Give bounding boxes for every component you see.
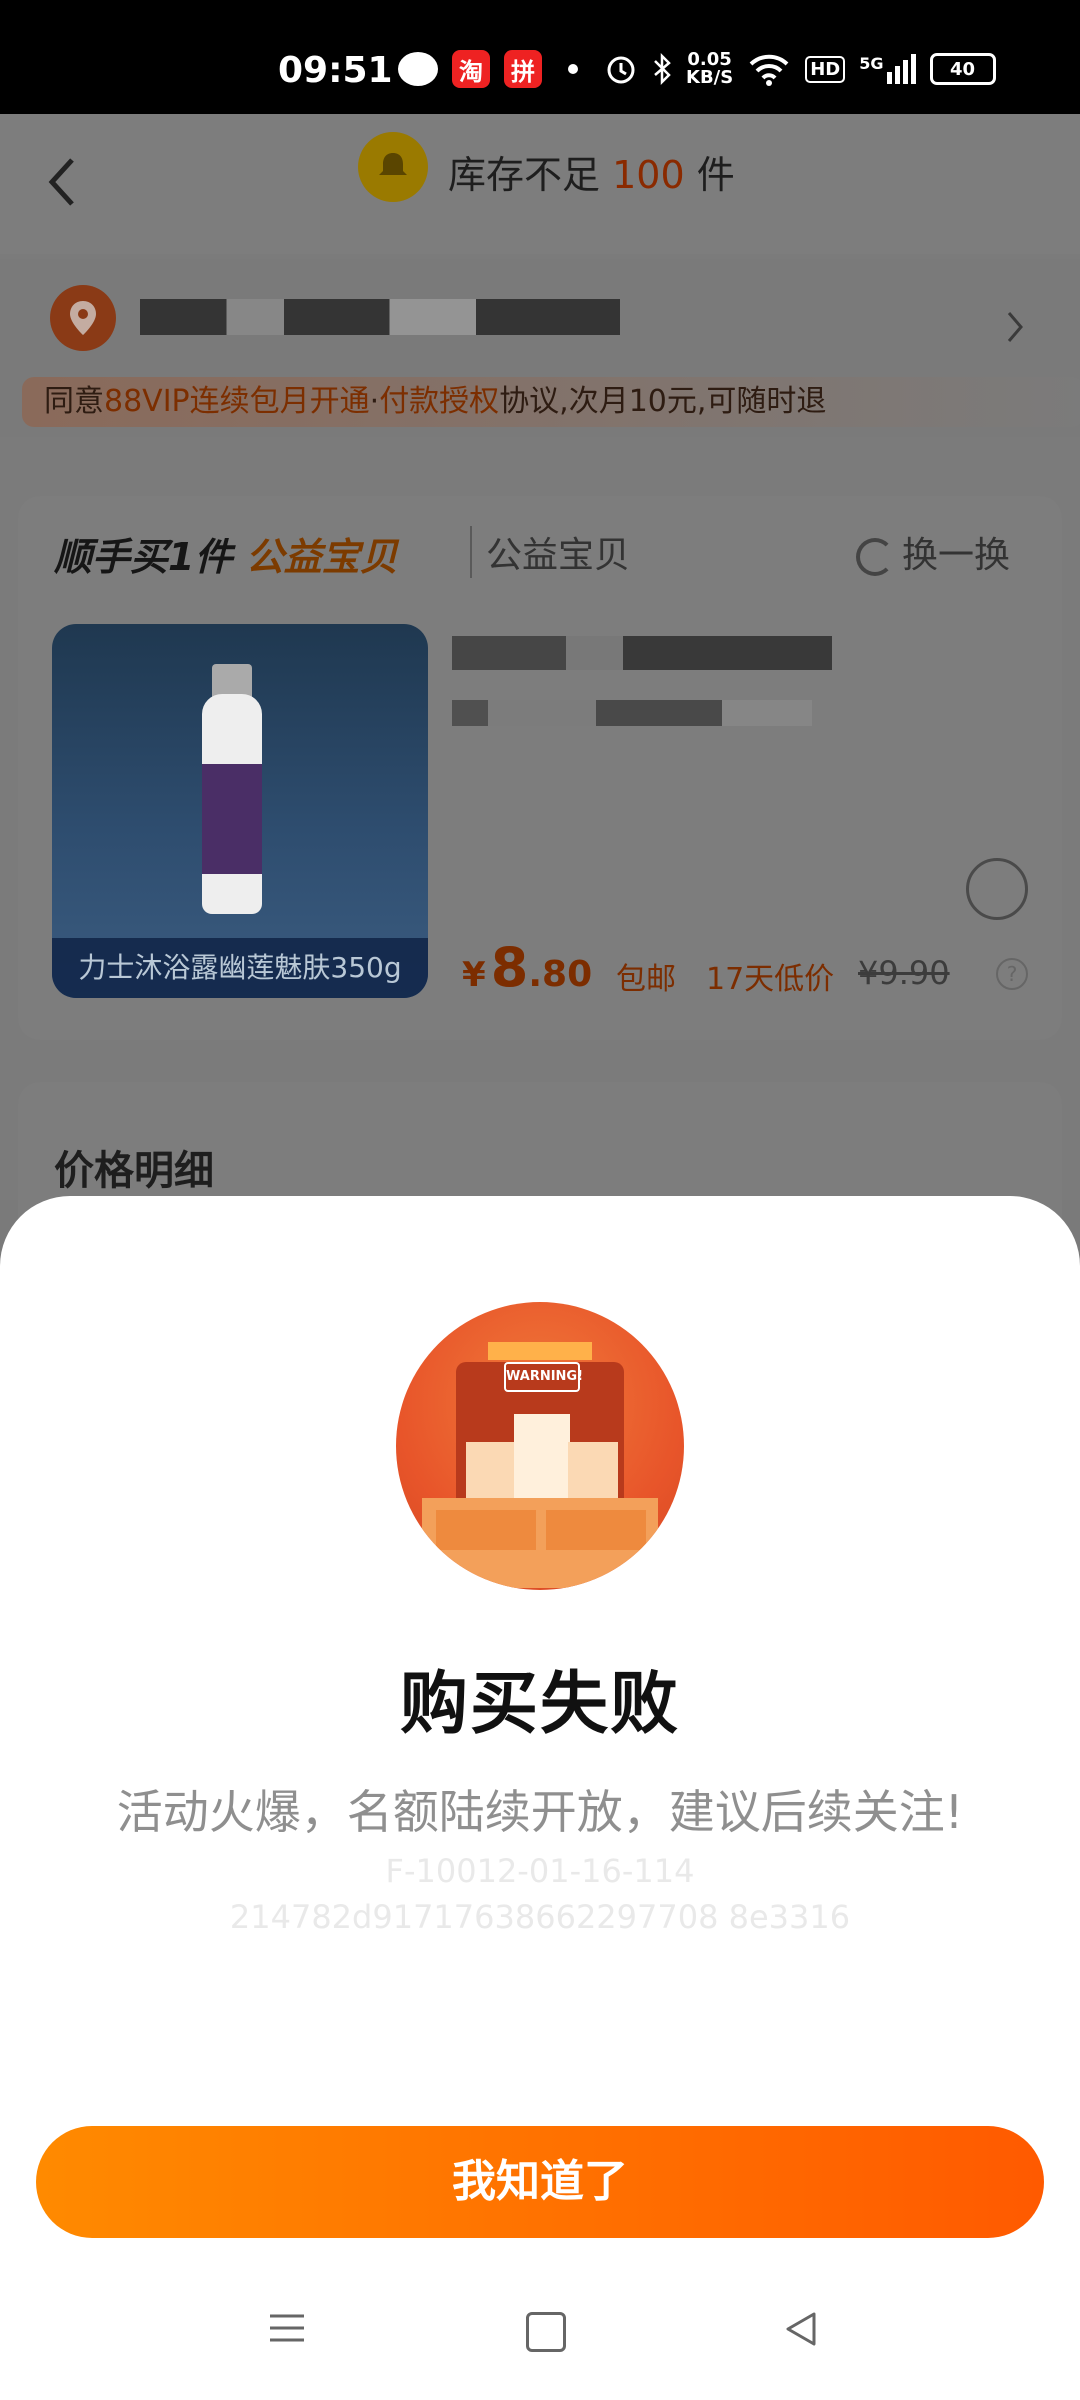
location-icon <box>50 285 116 351</box>
tag-low-price: 17天低价 <box>706 962 835 997</box>
status-bar: 09:51 淘 拼 0.05 KB/S HD 5G 40 <box>0 0 1080 114</box>
net-speed: 0.05 KB/S <box>686 51 733 87</box>
signal-type: 5G <box>859 54 884 73</box>
net-speed-unit: KB/S <box>686 67 734 88</box>
price-detail-title: 价格明细 <box>54 1148 214 1194</box>
dialog-message: 活动火爆，名额陆续开放，建议后续关注! <box>116 1785 964 1839</box>
status-icons: 淘 拼 0.05 KB/S HD 5G 40 <box>398 46 996 92</box>
product-price: ¥ 8.80 <box>462 936 592 999</box>
system-nav-bar <box>0 2276 1080 2400</box>
section-title-main: 顺手买1件 <box>54 535 233 579</box>
product-title-redacted <box>452 636 832 670</box>
price-integer: 8 <box>490 936 529 999</box>
section-subtitle: 公益宝贝 <box>470 526 630 578</box>
error-code-line-1: F-10012-01-16-114 <box>385 1852 695 1890</box>
notification-dot-icon <box>568 64 578 74</box>
agreement-link-payment[interactable]: 付款授权 <box>379 384 499 419</box>
order-page-background: 库存不足 100 件 同意88VIP连续包月开通·付款授权协议,次月10元,可随… <box>0 114 1080 1282</box>
warning-truck-illustration: WARNING! <box>396 1302 684 1590</box>
address-card[interactable]: 同意88VIP连续包月开通·付款授权协议,次月10元,可随时退 <box>0 259 1080 437</box>
got-it-button[interactable]: 我知道了 <box>36 2126 1044 2238</box>
pinduoduo-icon: 拼 <box>504 50 542 88</box>
wechat-icon <box>398 52 438 86</box>
purchase-failed-dialog: WARNING! 购买失败 活动火爆，名额陆续开放，建议后续关注! F-1001… <box>0 1196 1080 2400</box>
back-arrow-icon[interactable] <box>40 152 90 212</box>
stock-count: 100 <box>612 153 685 197</box>
original-price: ¥9.90 <box>858 954 950 992</box>
nav-back-icon[interactable] <box>782 2310 820 2348</box>
agreement-separator: · <box>369 384 380 419</box>
product-image[interactable]: 力士沐浴露幽莲魅肤350g <box>52 624 428 998</box>
charity-product-card: 顺手买1件 公益宝贝 公益宝贝 换一换 力士沐浴露幽莲魅肤350g ¥ 8.80… <box>18 496 1062 1040</box>
select-radio[interactable] <box>966 858 1028 920</box>
battery-icon: 40 <box>929 53 996 85</box>
price-decimal: .80 <box>528 954 593 995</box>
recent-apps-icon[interactable] <box>268 2312 306 2344</box>
wifi-icon <box>749 54 789 86</box>
stock-suffix: 件 <box>696 153 735 197</box>
swap-label: 换一换 <box>902 535 1011 576</box>
dialog-title: 购买失败 <box>399 1665 680 1744</box>
price-currency: ¥ <box>462 955 486 995</box>
address-redacted <box>140 299 620 335</box>
agreement-text-before: 同意 <box>44 384 104 419</box>
refresh-icon <box>856 538 894 576</box>
error-code-line-2: 214782d91717638662297708 8e3316 <box>229 1898 851 1936</box>
chevron-right-icon[interactable] <box>1005 309 1025 345</box>
vip-agreement-banner[interactable]: 同意88VIP连续包月开通·付款授权协议,次月10元,可随时退 <box>22 377 1080 427</box>
help-icon[interactable]: ? <box>996 958 1028 990</box>
signal-icon: 5G <box>859 54 916 84</box>
bluetooth-icon <box>654 52 671 86</box>
section-title: 顺手买1件 公益宝贝 <box>54 526 398 581</box>
alarm-icon <box>607 56 635 84</box>
top-nav: 库存不足 100 件 <box>0 114 1080 254</box>
swap-button[interactable]: 换一换 <box>856 526 1010 578</box>
bottle-label <box>202 764 262 874</box>
bell-warning-icon <box>358 132 428 202</box>
stock-warning: 库存不足 100 件 <box>448 144 735 199</box>
taobao-icon: 淘 <box>452 50 490 88</box>
tag-free-shipping: 包邮 <box>616 962 676 997</box>
agreement-link-88vip[interactable]: 88VIP连续包月开通 <box>104 384 370 419</box>
warning-sign: WARNING! <box>504 1362 583 1392</box>
stock-prefix: 库存不足 <box>448 153 601 197</box>
product-image-caption: 力士沐浴露幽莲魅肤350g <box>52 938 428 998</box>
product-spec-redacted <box>452 700 812 726</box>
status-time: 09:51 <box>278 50 393 91</box>
section-title-highlight: 公益宝贝 <box>245 535 398 579</box>
home-icon[interactable] <box>526 2312 566 2352</box>
hd-badge: HD <box>805 55 846 83</box>
agreement-text-after: 协议,次月10元,可随时退 <box>499 384 827 419</box>
